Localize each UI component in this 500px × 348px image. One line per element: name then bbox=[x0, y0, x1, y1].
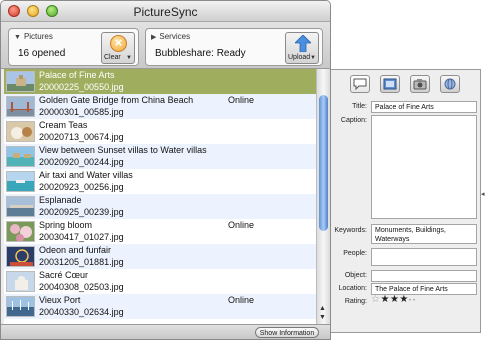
scroll-up-arrow-icon[interactable]: ▲ bbox=[319, 305, 326, 312]
rating-label: Rating: bbox=[344, 298, 367, 305]
item-title: Palace of Fine Arts bbox=[39, 70, 115, 80]
drawer-resize-grip-icon[interactable]: ◂ bbox=[481, 190, 485, 198]
rating-star[interactable]: ★ bbox=[399, 294, 408, 305]
services-heading-label: Services bbox=[159, 32, 191, 41]
thumbnail-image bbox=[6, 121, 35, 142]
list-item[interactable]: Esplanade 20020925_00239.jpg bbox=[4, 194, 316, 219]
list-item[interactable]: Vieux Port 20040330_02634.jpg Online bbox=[4, 294, 316, 319]
title-bar[interactable]: PictureSync bbox=[1, 1, 330, 22]
item-status: Online bbox=[228, 295, 255, 305]
item-status: Online bbox=[228, 220, 255, 230]
chevron-down-icon: ▼ bbox=[310, 55, 316, 61]
item-filename: 20020713_00674.jpg bbox=[39, 132, 124, 142]
thumbnail-image bbox=[6, 271, 35, 292]
item-filename: 20020923_00256.jpg bbox=[39, 182, 124, 192]
list-scrollbar[interactable]: ▲ ▼ bbox=[316, 69, 330, 324]
scroll-down-arrow-icon[interactable]: ▼ bbox=[319, 314, 326, 321]
item-title: Sacré Cœur bbox=[39, 270, 89, 280]
globe-icon[interactable] bbox=[440, 75, 460, 93]
status-bar: Show Information bbox=[1, 324, 330, 339]
item-filename: 20030417_01027.jpg bbox=[39, 232, 124, 242]
list-item[interactable]: Air taxi and Water villas 20020923_00256… bbox=[4, 169, 316, 194]
item-title: Air taxi and Water villas bbox=[39, 170, 133, 180]
item-filename: 20031205_01881.jpg bbox=[39, 257, 124, 267]
item-filename: 20040308_02503.jpg bbox=[39, 282, 124, 292]
item-title: Spring bloom bbox=[39, 220, 93, 230]
item-title: Vieux Port bbox=[39, 295, 81, 305]
rating-dot[interactable]: • bbox=[413, 298, 417, 304]
item-filename: 20000301_00585.jpg bbox=[39, 107, 124, 117]
item-filename: 20040330_02634.jpg bbox=[39, 307, 124, 317]
disclosure-triangle-icon[interactable]: ▼ bbox=[14, 34, 21, 41]
item-filename: 20020925_00239.jpg bbox=[39, 207, 124, 217]
rating-stars[interactable]: ☆★★★•• bbox=[371, 294, 417, 305]
upload-button[interactable]: Upload ▼ bbox=[285, 32, 319, 64]
thumbnail-image bbox=[6, 96, 35, 117]
keywords-label: Keywords: bbox=[334, 227, 367, 234]
object-label: Object: bbox=[344, 272, 367, 279]
clear-button-label: Clear bbox=[104, 54, 121, 61]
pictures-heading[interactable]: ▼ Pictures bbox=[14, 32, 53, 41]
item-title: View between Sunset villas to Water vill… bbox=[39, 145, 207, 155]
thumbnail-image bbox=[6, 71, 35, 92]
list-item[interactable]: Cream Teas 20020713_00674.jpg bbox=[4, 119, 316, 144]
clear-button[interactable]: × Clear ▼ bbox=[101, 32, 135, 64]
pictures-heading-label: Pictures bbox=[23, 32, 53, 41]
list-item[interactable]: View between Sunset villas to Water vill… bbox=[4, 144, 316, 169]
info-drawer: Title: Palace of Fine Arts Caption: Keyw… bbox=[331, 69, 481, 333]
title-field[interactable]: Palace of Fine Arts bbox=[371, 101, 477, 113]
caption-label: Caption: bbox=[340, 117, 367, 124]
list-item[interactable]: Spring bloom 20030417_01027.jpg Online bbox=[4, 219, 316, 244]
thumbnail-image bbox=[6, 246, 35, 267]
people-label: People: bbox=[343, 250, 367, 257]
services-heading[interactable]: ▶ Services bbox=[151, 32, 190, 41]
keywords-field[interactable]: Monuments, Buildings, Waterways bbox=[371, 224, 477, 244]
list-item[interactable]: Palace of Fine Arts 20000225_00550.jpg bbox=[4, 69, 316, 94]
clear-icon: × bbox=[110, 35, 127, 52]
item-filename: 20000225_00550.jpg bbox=[39, 82, 124, 92]
upload-button-label: Upload bbox=[288, 54, 311, 61]
speech-bubble-icon[interactable] bbox=[350, 75, 370, 93]
disclosure-triangle-icon[interactable]: ▶ bbox=[151, 34, 156, 41]
object-field[interactable] bbox=[371, 270, 477, 282]
item-title: Esplanade bbox=[39, 195, 82, 205]
thumbnail-image bbox=[6, 196, 35, 217]
pictures-panel: ▼ Pictures 16 opened × Clear ▼ bbox=[8, 28, 139, 66]
toolbar: ▼ Pictures 16 opened × Clear ▼ ▶ Services … bbox=[1, 22, 330, 69]
item-title: Odeon and funfair bbox=[39, 245, 112, 255]
caption-field[interactable] bbox=[371, 115, 477, 219]
list-item[interactable]: Odeon and funfair 20031205_01881.jpg bbox=[4, 244, 316, 269]
item-title: Cream Teas bbox=[39, 120, 88, 130]
list-item[interactable]: Golden Gate Bridge from China Beach 2000… bbox=[4, 94, 316, 119]
picture-list[interactable]: Palace of Fine Arts 20000225_00550.jpg G… bbox=[4, 69, 316, 324]
people-field[interactable] bbox=[371, 248, 477, 266]
pictures-count: 16 opened bbox=[18, 48, 66, 59]
item-title: Golden Gate Bridge from China Beach bbox=[39, 95, 194, 105]
list-item[interactable]: Sacré Cœur 20040308_02503.jpg bbox=[4, 269, 316, 294]
show-information-button[interactable]: Show Information bbox=[255, 327, 319, 338]
rating-star[interactable]: ★ bbox=[390, 294, 399, 305]
services-status: Bubbleshare: Ready bbox=[155, 48, 246, 59]
thumbnail-image bbox=[6, 146, 35, 167]
chevron-down-icon: ▼ bbox=[126, 55, 132, 61]
thumbnail-image bbox=[6, 296, 35, 317]
location-label: Location: bbox=[338, 285, 367, 292]
camera-icon[interactable] bbox=[410, 75, 430, 93]
rating-star[interactable]: ★ bbox=[380, 294, 389, 305]
item-filename: 20020920_00244.jpg bbox=[39, 157, 124, 167]
window-title: PictureSync bbox=[133, 5, 198, 19]
pictures-icon[interactable] bbox=[380, 75, 400, 93]
scrollbar-thumb[interactable] bbox=[319, 95, 328, 231]
info-tabs bbox=[342, 75, 470, 96]
item-status: Online bbox=[228, 95, 255, 105]
main-window: PictureSync ▼ Pictures 16 opened × Clear … bbox=[0, 0, 331, 340]
title-label: Title: bbox=[352, 103, 367, 110]
thumbnail-image bbox=[6, 171, 35, 192]
upload-icon bbox=[295, 35, 311, 52]
services-panel: ▶ Services Bubbleshare: Ready Upload ▼ bbox=[145, 28, 323, 66]
thumbnail-image bbox=[6, 221, 35, 242]
